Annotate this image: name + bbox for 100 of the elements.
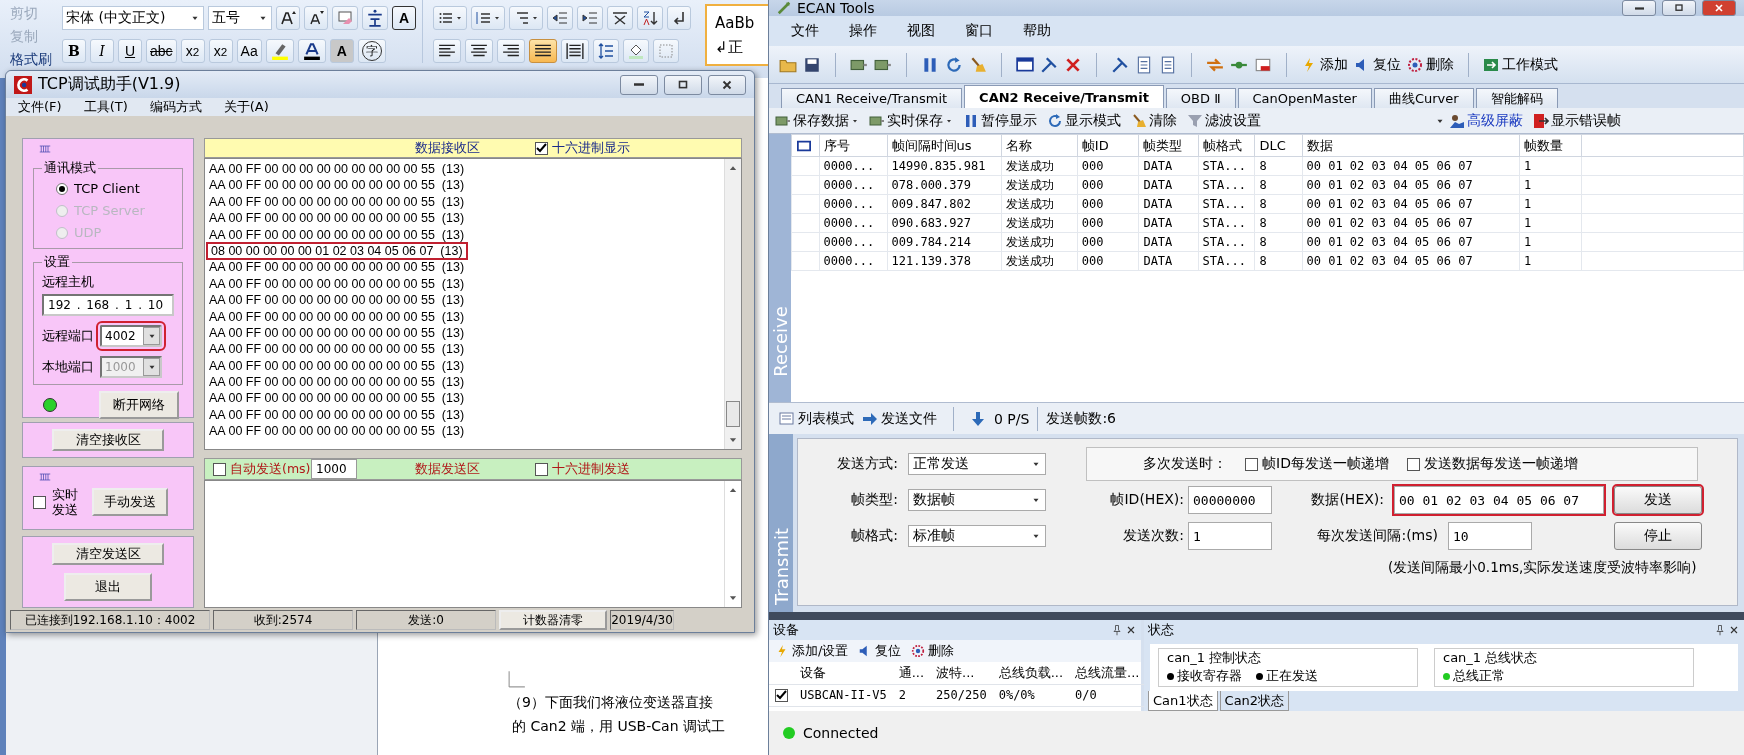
toolbar-button[interactable]: 删除 — [911, 642, 955, 660]
column-header[interactable]: 帧ID — [1077, 134, 1139, 157]
tab[interactable]: CAN1 Receive/Transmit — [781, 88, 963, 108]
manual-send-button[interactable]: 手动发送 — [92, 488, 168, 516]
maximize-button[interactable] — [664, 74, 702, 95]
style-preview[interactable]: AaBb ↲正 — [705, 4, 770, 66]
disconnect-button[interactable]: 断开网络 — [99, 391, 179, 419]
show-marks-button[interactable] — [667, 6, 691, 30]
save-icon[interactable] — [803, 55, 821, 74]
checkbox[interactable] — [33, 495, 46, 509]
data-field[interactable]: 00 01 02 03 04 05 06 07 — [1394, 486, 1604, 514]
column-header[interactable]: 帧数量 — [1519, 134, 1582, 157]
tab[interactable]: OBD Ⅱ — [1165, 88, 1236, 108]
frame-format-dropdown[interactable]: 标准帧 — [908, 525, 1046, 547]
minimize-button[interactable] — [620, 74, 658, 95]
column-header[interactable]: DLC — [1254, 134, 1302, 157]
character-border-button[interactable]: A — [392, 6, 416, 30]
column-header[interactable]: 帧类型 — [1138, 134, 1199, 157]
toolbar-button[interactable]: 删除 — [1407, 55, 1454, 74]
toolbar-button[interactable]: 发送文件 — [862, 409, 937, 428]
align-button[interactable] — [561, 39, 589, 63]
interval-field[interactable]: 1000 — [311, 459, 357, 479]
list-button[interactable] — [509, 6, 543, 30]
font-color-button[interactable] — [297, 39, 326, 63]
scroll-thumb[interactable] — [726, 401, 740, 427]
list-button[interactable] — [471, 6, 505, 30]
checkbox[interactable] — [1406, 457, 1420, 471]
toolbar-button[interactable]: 工作模式 — [1483, 55, 1558, 74]
tab[interactable]: 智能解码 — [1475, 88, 1558, 108]
reset-counter-button[interactable]: 计数器清零 — [499, 610, 607, 630]
grow-font-button[interactable] — [276, 6, 300, 30]
align-button[interactable] — [497, 39, 525, 63]
send-mode-dropdown[interactable]: 正常发送 — [908, 453, 1046, 475]
menu-item[interactable]: 编码方式 — [149, 98, 202, 116]
radio-button[interactable] — [56, 182, 68, 195]
toolbar-button[interactable]: 暂停显示 — [963, 111, 1043, 130]
list-button[interactable] — [433, 6, 467, 30]
tab[interactable]: CanOpenMaster — [1237, 88, 1372, 108]
font-size-field[interactable]: 五号 — [208, 6, 272, 30]
font-name-field[interactable]: 宋体 (中文正文) — [62, 6, 204, 30]
column-header[interactable]: 帧格式 — [1198, 134, 1255, 157]
format-button[interactable]: Aa — [236, 39, 262, 63]
sort-button[interactable] — [637, 6, 663, 30]
toolbar-button[interactable]: 列表模式 — [779, 409, 854, 428]
toolbar-button[interactable]: 添加 — [1301, 55, 1348, 74]
toolbar-button[interactable]: 实时保存 — [869, 111, 959, 130]
highlight-button[interactable] — [265, 39, 294, 63]
close-icon[interactable] — [1728, 624, 1740, 636]
menu-item[interactable]: 帮助 — [1023, 22, 1051, 40]
minimize-button[interactable] — [1622, 0, 1656, 16]
toolbar-button[interactable]: 复位 — [1354, 55, 1401, 74]
toolbar-button[interactable]: 滤波设置 — [1187, 111, 1267, 130]
column-header[interactable]: 设备 — [794, 662, 893, 684]
pin-icon[interactable] — [1714, 624, 1726, 636]
checkbox[interactable] — [213, 462, 226, 476]
increase-indent-button[interactable] — [577, 6, 603, 30]
format-button[interactable]: abc — [146, 39, 177, 63]
window-icon[interactable] — [1016, 55, 1034, 74]
frame-id-field[interactable]: 00000000 — [1188, 486, 1272, 514]
asian-layout-button[interactable] — [607, 6, 633, 30]
send-button[interactable]: 发送 — [1614, 486, 1702, 514]
tab[interactable]: CAN2 Receive/Transmit — [964, 85, 1164, 108]
toolbar-button[interactable]: 保存数据 — [775, 111, 865, 130]
format-button[interactable]: B — [62, 39, 86, 63]
column-header[interactable]: 数据 — [1302, 134, 1520, 157]
align-button[interactable] — [433, 39, 461, 63]
menu-item[interactable]: 关于(A) — [223, 98, 269, 116]
broom-icon[interactable] — [969, 55, 987, 74]
menu-item[interactable]: 操作 — [849, 22, 877, 40]
toolbar-button[interactable]: 显示错误帧 — [1533, 111, 1627, 130]
menu-item[interactable]: 视图 — [907, 22, 935, 40]
format-button[interactable]: I — [90, 39, 114, 63]
align-button[interactable] — [465, 39, 493, 63]
enclose-character-button[interactable]: 字 — [357, 39, 386, 63]
menu-item[interactable]: 窗口 — [965, 22, 993, 40]
clear-receive-button[interactable]: 清空接收区 — [52, 429, 164, 451]
column-header[interactable]: 名称 — [1002, 134, 1078, 157]
document-icon[interactable] — [1135, 55, 1153, 74]
phonetic-guide-button[interactable] — [362, 6, 388, 30]
column-header[interactable]: 通... — [892, 662, 931, 684]
scrollbar[interactable] — [724, 159, 741, 449]
checkbox[interactable] — [1245, 457, 1258, 471]
format-button[interactable]: U — [118, 39, 142, 63]
column-header[interactable]: 帧间隔时间us — [887, 134, 1002, 157]
toolbar-button[interactable]: 添加/设置 — [775, 642, 849, 660]
tab[interactable]: Can1状态 — [1148, 691, 1218, 711]
pause-icon[interactable] — [921, 55, 939, 74]
exit-button[interactable]: 退出 — [64, 573, 152, 601]
send-count-field[interactable]: 1 — [1188, 522, 1272, 550]
stop-button[interactable]: 停止 — [1614, 522, 1702, 550]
toolbar-button[interactable]: 复位 — [858, 642, 902, 660]
clipboard-action[interactable]: 格式刷 — [10, 51, 52, 69]
checkbox[interactable] — [775, 688, 788, 702]
close-icon[interactable] — [1125, 624, 1137, 636]
column-header[interactable]: 序号 — [819, 134, 887, 157]
frame-type-dropdown[interactable]: 数据帧 — [908, 489, 1046, 511]
tools-icon[interactable] — [1040, 55, 1058, 74]
character-shading-button[interactable]: A — [329, 39, 354, 63]
checkbox[interactable] — [535, 462, 548, 476]
tab[interactable]: 曲线Curver — [1373, 88, 1474, 108]
